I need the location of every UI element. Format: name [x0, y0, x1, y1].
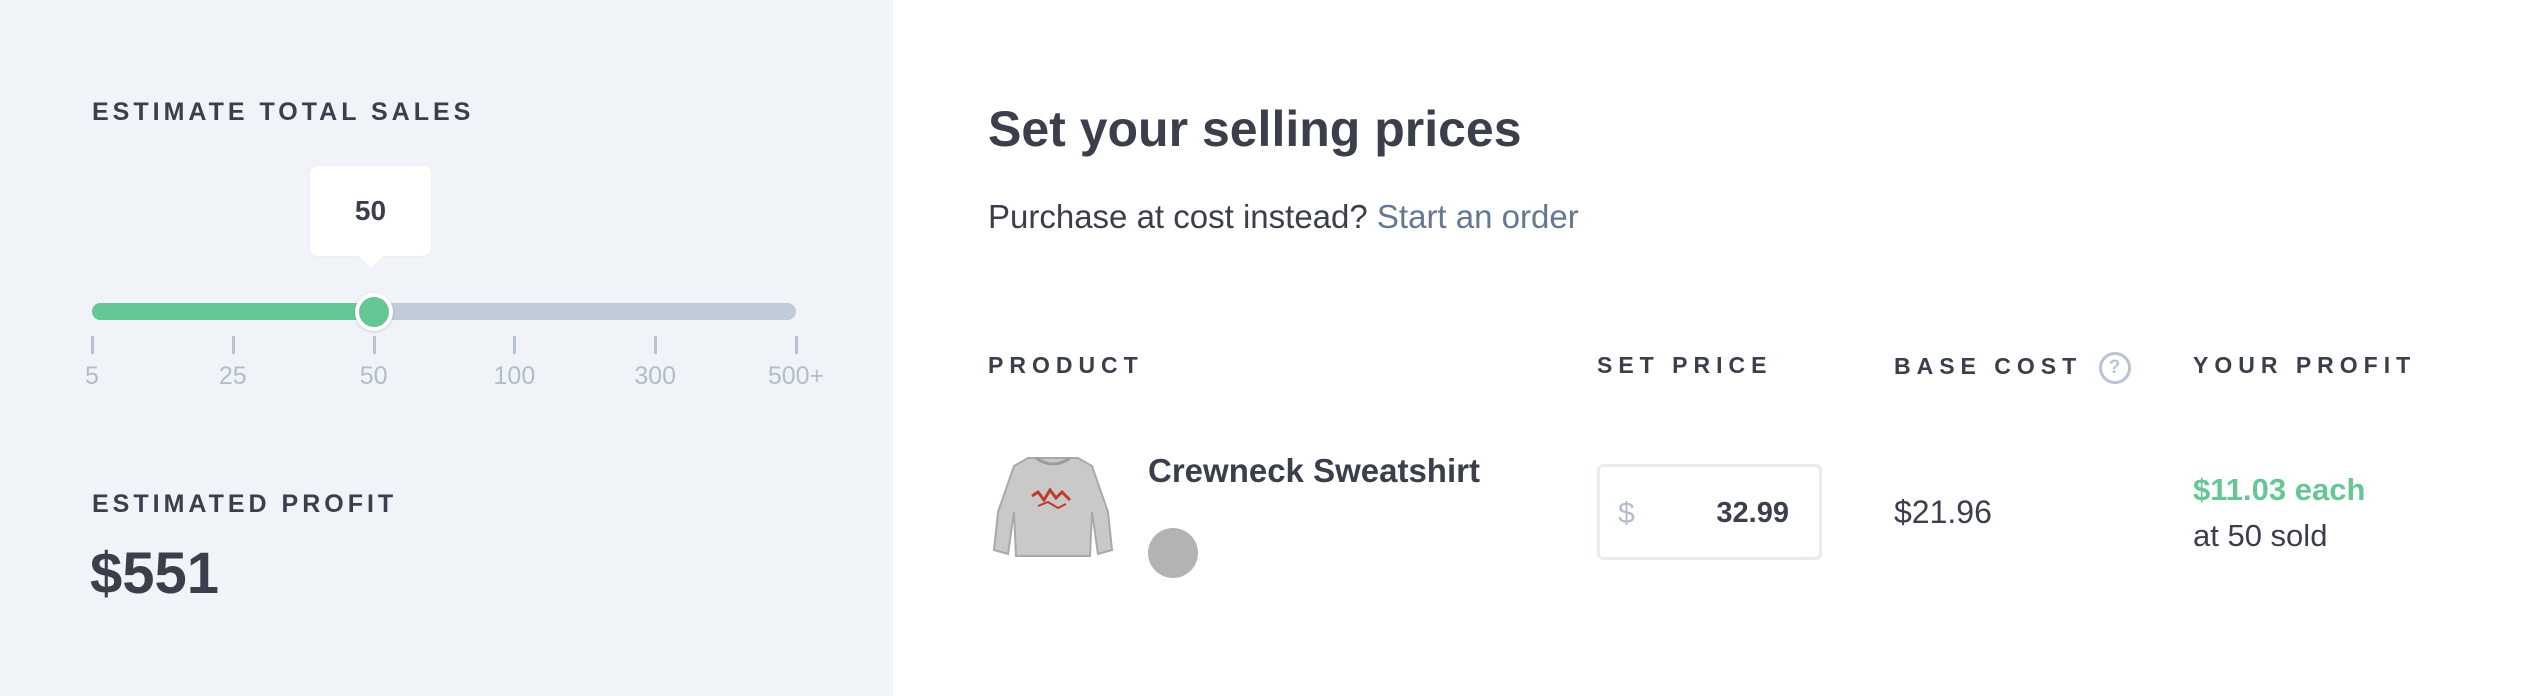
slider-tick-label[interactable]: 50 [360, 362, 388, 391]
estimated-profit-value: $551 [90, 541, 220, 606]
base-cost-value: $21.96 [1894, 494, 1992, 530]
slider-tick [91, 336, 94, 354]
product-column-header: PRODUCT [988, 352, 1144, 378]
slider-tick-label[interactable]: 25 [219, 362, 247, 391]
subtitle-text: Purchase at cost instead? [988, 198, 1368, 235]
estimated-profit-label: ESTIMATED PROFIT [92, 490, 398, 518]
slider-tick [795, 336, 798, 354]
slider-tick [654, 336, 658, 354]
slider-tick-label[interactable]: 500+ [768, 362, 824, 391]
base-cost-header-label: BASE COST [1894, 353, 2083, 380]
product-name: Crewneck Sweatshirt [1148, 452, 1480, 489]
slider-value-tooltip: 50 [310, 166, 431, 268]
slider-tick [231, 336, 235, 354]
page-title: Set your selling prices [988, 101, 1522, 157]
sales-estimator-panel: ESTIMATE TOTAL SALES 50 5 25 50 100 300 500+ … [0, 0, 893, 696]
set-price-column-header: SET PRICE [1597, 352, 1773, 378]
slider-fill [92, 303, 374, 320]
sweatshirt-thumbnail [992, 456, 1114, 557]
slider-tick-label[interactable]: 5 [85, 362, 99, 391]
slider-value: 50 [354, 195, 387, 226]
currency-symbol: $ [1618, 497, 1635, 530]
sales-slider[interactable] [92, 293, 796, 331]
price-input-box: $ [1597, 464, 1822, 560]
estimate-sales-label: ESTIMATE TOTAL SALES [92, 98, 475, 126]
slider-tick [372, 336, 376, 354]
base-cost-column-header: BASE COST ? [1894, 352, 2131, 384]
color-swatch[interactable] [1148, 528, 1198, 578]
your-profit-column-header: YOUR PROFIT [2193, 352, 2417, 378]
help-icon[interactable]: ? [2098, 352, 2131, 384]
profit-sold-text: at 50 sold [2193, 518, 2328, 553]
slider-tick-label[interactable]: 300 [634, 362, 676, 391]
slider-tick-label[interactable]: 100 [494, 362, 536, 391]
subtitle: Purchase at cost instead? Start an order [988, 198, 1579, 236]
profit-each-value: $11.03 each [2193, 472, 2366, 507]
price-input[interactable] [1649, 493, 1789, 533]
slider-tick [513, 336, 517, 354]
slider-handle[interactable] [354, 293, 393, 331]
start-order-link[interactable]: Start an order [1377, 198, 1579, 235]
